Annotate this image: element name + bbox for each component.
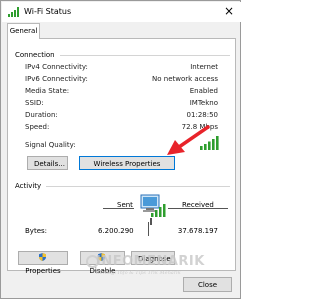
tab-general[interactable]: General: [7, 23, 40, 39]
sent-underline: [103, 208, 134, 209]
ssid-value: IMTekno: [189, 99, 218, 107]
title-bar: Wi-Fi Status ×: [2, 2, 241, 22]
details-button[interactable]: Details...: [27, 156, 68, 170]
diagnose-button[interactable]: Diagnose: [131, 251, 175, 265]
media-state-value: Enabled: [189, 87, 218, 95]
speed-label: Speed:: [25, 123, 50, 131]
duration-label: Duration:: [25, 111, 58, 119]
disable-button-label: Disable: [89, 267, 116, 275]
ipv4-connectivity-value: Internet: [190, 63, 218, 71]
window-title: Wi-Fi Status: [24, 7, 72, 16]
uac-shield-icon: [98, 253, 105, 265]
properties-button-label: Properties: [25, 267, 61, 275]
ipv6-connectivity-label: IPv6 Connectivity:: [25, 75, 88, 83]
connection-divider: [60, 55, 230, 56]
connection-heading: Connection: [15, 51, 55, 59]
disable-button[interactable]: Disable: [80, 251, 125, 275]
activity-heading: Activity: [15, 182, 42, 190]
activity-divider: [46, 186, 230, 187]
close-button[interactable]: Close: [183, 277, 232, 292]
network-activity-icon: [138, 193, 166, 227]
ssid-label: SSID:: [25, 99, 44, 107]
signal-quality-label: Signal Quality:: [25, 141, 76, 149]
duration-value: 01:28:50: [186, 111, 218, 119]
sent-bytes-value: 6.200.290: [98, 227, 134, 235]
ipv4-connectivity-label: IPv4 Connectivity:: [25, 63, 88, 71]
uac-shield-icon: [38, 253, 46, 265]
activity-separator: [148, 222, 149, 236]
received-bytes-value: 37.678.197: [177, 227, 218, 235]
wifi-signal-icon: [8, 7, 20, 19]
close-window-icon[interactable]: ×: [222, 4, 236, 18]
bytes-label: Bytes:: [25, 227, 48, 235]
wifi-status-window: Wi-Fi Status × General Connection IPv4 C…: [0, 0, 241, 299]
ipv6-connectivity-value: No network access: [152, 75, 218, 83]
media-state-label: Media State:: [25, 87, 70, 95]
annotation-arrow-icon: [161, 125, 211, 163]
received-underline: [168, 208, 228, 209]
properties-button[interactable]: Properties: [18, 251, 68, 275]
